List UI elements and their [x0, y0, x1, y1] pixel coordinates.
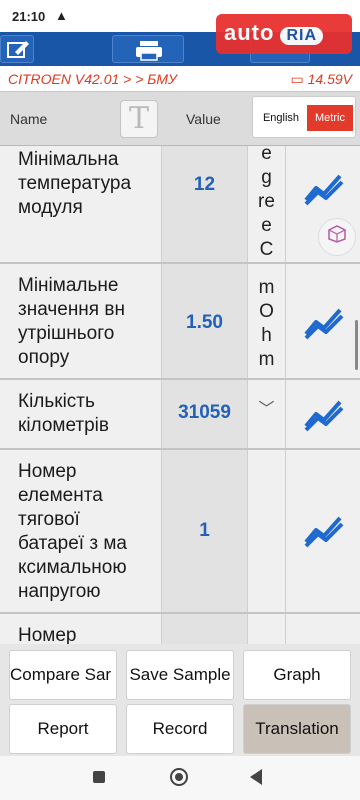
graph-cell[interactable]: [286, 614, 360, 644]
parameter-name: Номер: [0, 614, 162, 644]
trend-graph-icon[interactable]: [304, 304, 344, 340]
parameter-value: 1: [162, 450, 248, 612]
battery-voltage: ▭ 14.59V: [291, 71, 353, 88]
graph-button[interactable]: Graph: [243, 650, 351, 700]
metric-units-option[interactable]: Metric: [307, 105, 353, 131]
parameter-value: [162, 614, 248, 644]
box-icon: [328, 225, 346, 243]
parameter-value: 12: [162, 146, 248, 262]
graph-cell[interactable]: [286, 380, 360, 448]
print-button[interactable]: [112, 35, 184, 63]
parameter-unit: [248, 614, 286, 644]
printer-icon: [136, 41, 162, 61]
voltage-value: 14.59V: [307, 71, 352, 87]
watermark-badge: RIA: [280, 27, 324, 45]
value-column-header: Value: [186, 111, 221, 127]
scrollbar[interactable]: [355, 320, 358, 370]
parameter-unit: mOhm: [248, 264, 286, 378]
graph-cell[interactable]: [286, 450, 360, 612]
translation-button[interactable]: Translation: [243, 704, 351, 754]
parameter-unit: [248, 450, 286, 612]
trend-graph-icon[interactable]: [304, 512, 344, 548]
table-row[interactable]: Мінімальна температура модуля 12 e g re e C: [0, 146, 360, 264]
edit-button[interactable]: [0, 35, 34, 63]
warning-icon: ▲: [55, 8, 68, 23]
battery-icon: ▭: [290, 71, 308, 87]
graph-cell[interactable]: [286, 264, 360, 378]
trend-graph-icon[interactable]: [304, 170, 344, 206]
edit-icon: [7, 41, 29, 58]
table-row[interactable]: Кількість кілометрів 31059 ﹀: [0, 380, 360, 450]
report-button[interactable]: Report: [9, 704, 117, 754]
table-row[interactable]: Номер: [0, 614, 360, 644]
action-panel: Compare Sar Save Sample Graph Report Rec…: [0, 644, 360, 756]
parameter-unit: e g re e C: [248, 146, 286, 262]
chevron-down-icon[interactable]: ﹀: [248, 380, 286, 448]
compare-sample-button[interactable]: Compare Sar: [9, 650, 117, 700]
home-icon[interactable]: [170, 768, 188, 786]
watermark-brand: auto: [224, 20, 275, 45]
trend-graph-icon[interactable]: [304, 396, 344, 432]
parameter-name: Мінімальна температура модуля: [0, 146, 162, 262]
name-column-header: Name: [10, 111, 48, 127]
recents-icon[interactable]: [93, 771, 105, 783]
parameter-value: 31059: [162, 380, 248, 448]
parameter-name: Номер елемента тягової батареї з ма ксим…: [0, 450, 162, 612]
status-time: 21:10: [12, 9, 46, 24]
parameter-name: Кількість кілометрів: [0, 380, 162, 448]
english-units-option[interactable]: English: [257, 105, 305, 131]
breadcrumb-bar: CITROEN V42.01 > > БМУ ▭ 14.59V: [0, 66, 360, 92]
table-row[interactable]: Номер елемента тягової батареї з ма ксим…: [0, 450, 360, 614]
parameter-name: Мінімальне значення вн утрішнього опору: [0, 264, 162, 378]
table-row[interactable]: Мінімальне значення вн утрішнього опору …: [0, 264, 360, 380]
unit-switch[interactable]: English Metric: [252, 96, 356, 138]
system-navigation-bar: [0, 756, 360, 800]
save-sample-button[interactable]: Save Sample: [126, 650, 234, 700]
translate-icon[interactable]: T: [120, 100, 158, 138]
floating-assistant-icon[interactable]: [318, 218, 356, 256]
autoria-watermark: auto RIA: [216, 14, 352, 54]
back-icon[interactable]: [250, 769, 262, 785]
data-stream-list[interactable]: Мінімальна температура модуля 12 e g re e C …: [0, 146, 360, 644]
record-button[interactable]: Record: [126, 704, 234, 754]
breadcrumb: CITROEN V42.01 > > БМУ: [8, 71, 178, 87]
parameter-value: 1.50: [162, 264, 248, 378]
